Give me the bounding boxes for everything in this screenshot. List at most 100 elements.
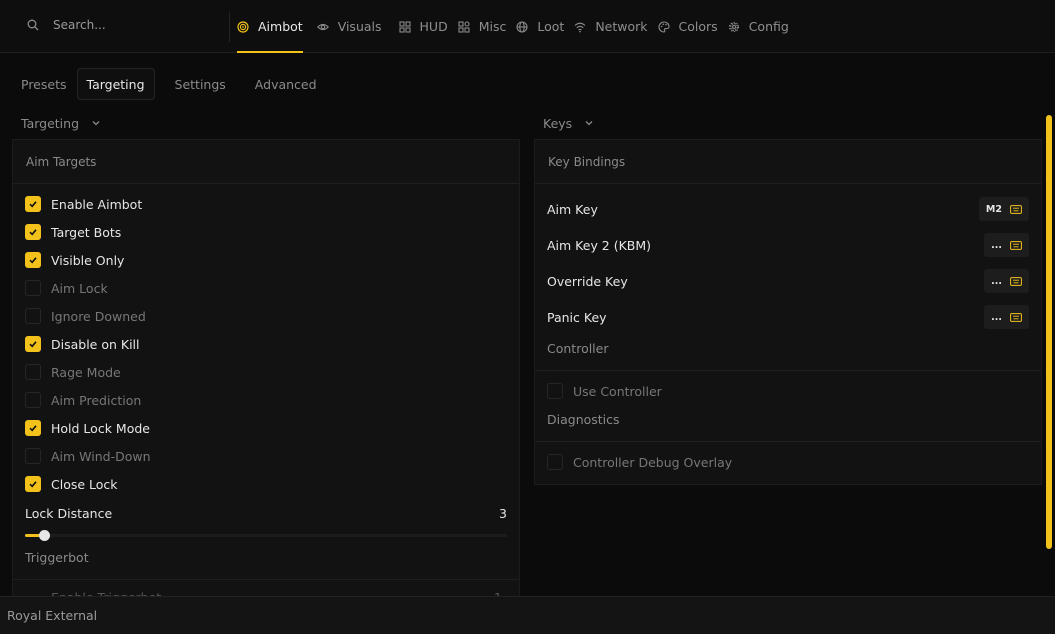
checkbox-aim-wind-down[interactable]: Aim Wind-Down	[25, 446, 151, 466]
checkbox-use-controller[interactable]: Use Controller	[547, 381, 662, 401]
keyboard-icon	[1010, 312, 1022, 322]
keybind-value: ...	[991, 275, 1002, 287]
checkbox-label: Target Bots	[51, 224, 122, 240]
check-icon	[29, 341, 37, 348]
keybind-value: M2	[985, 203, 1002, 215]
checkbox[interactable]	[25, 392, 41, 408]
hud-icon	[398, 20, 411, 33]
diagnostics-title: Diagnostics	[547, 412, 620, 427]
panel-title: Key Bindings	[535, 140, 1041, 184]
check-icon	[29, 481, 37, 488]
check-icon	[29, 229, 37, 236]
checkbox-hold-lock-mode[interactable]: Hold Lock Mode	[25, 418, 150, 438]
gear-icon	[728, 21, 739, 32]
tab-label: Visuals	[337, 19, 382, 34]
wifi-icon	[574, 22, 586, 32]
tab-misc[interactable]: Misc	[458, 0, 506, 53]
aim-targets-panel: Aim Targets Enable Aimbot Target Bots Vi…	[12, 139, 520, 599]
checkbox-disable-on-kill[interactable]: Disable on Kill	[25, 334, 140, 354]
checkbox-label: Ignore Downed	[51, 308, 146, 324]
eye-icon	[316, 23, 329, 30]
keybind-button[interactable]: M2	[978, 197, 1029, 221]
tab-label: HUD	[419, 19, 448, 34]
checkbox[interactable]	[25, 420, 41, 436]
tab-loot[interactable]: Loot	[516, 0, 564, 53]
checkbox[interactable]	[25, 280, 41, 296]
keybind-button[interactable]: ...	[984, 233, 1029, 257]
search-box[interactable]	[27, 15, 217, 35]
checkbox[interactable]	[25, 196, 41, 212]
grid-icon	[458, 20, 470, 33]
check-icon	[29, 201, 37, 208]
panel-title: Aim Targets	[13, 140, 519, 184]
tab-label: Network	[595, 19, 648, 34]
footer-bar: Royal External	[0, 596, 1055, 634]
scrollbar[interactable]	[1046, 115, 1052, 549]
search-input[interactable]	[53, 18, 203, 32]
slider-track[interactable]	[25, 530, 507, 541]
checkbox-ignore-downed[interactable]: Ignore Downed	[25, 306, 146, 326]
slider-value: 3	[499, 506, 507, 521]
tab-hud[interactable]: HUD	[398, 0, 448, 53]
checkbox[interactable]	[25, 448, 41, 464]
checkbox-label: Aim Prediction	[51, 392, 142, 408]
keybind-aim-key-2: Aim Key 2 (KBM) ...	[547, 233, 1029, 257]
checkbox-label: Rage Mode	[51, 364, 121, 380]
keybind-button[interactable]: ...	[984, 305, 1029, 329]
checkbox-enable-aimbot[interactable]: Enable Aimbot	[25, 194, 142, 214]
divider	[13, 579, 519, 580]
key-bindings-panel: Key Bindings Aim Key M2 Aim Key 2 (KBM) …	[534, 139, 1042, 485]
keybind-value: ...	[991, 311, 1002, 323]
keyboard-icon	[1010, 240, 1022, 250]
checkbox[interactable]	[25, 336, 41, 352]
check-icon	[29, 257, 37, 264]
tab-visuals[interactable]: Visuals	[316, 0, 382, 53]
keys-dropdown[interactable]: Keys	[543, 116, 594, 131]
tab-network[interactable]: Network	[574, 0, 648, 53]
keybind-panic-key: Panic Key ...	[547, 305, 1029, 329]
checkbox-controller-debug-overlay[interactable]: Controller Debug Overlay	[547, 452, 732, 472]
checkbox[interactable]	[25, 364, 41, 380]
checkbox-label: Visible Only	[51, 252, 125, 268]
checkbox[interactable]	[25, 476, 41, 492]
checkbox-rage-mode[interactable]: Rage Mode	[25, 362, 121, 382]
keybind-button[interactable]: ...	[984, 269, 1029, 293]
keybind-value: ...	[991, 239, 1002, 251]
tab-label: Loot	[537, 19, 565, 34]
keybind-label: Panic Key	[547, 309, 607, 325]
checkbox[interactable]	[547, 383, 563, 399]
controller-title: Controller	[547, 341, 609, 356]
top-bar: Aimbot Visuals HUD Misc Loot Network Col…	[0, 0, 1055, 53]
checkbox-aim-lock[interactable]: Aim Lock	[25, 278, 108, 298]
sub-tabs: Presets Targeting Settings Advanced	[12, 68, 327, 100]
chevron-down-icon	[585, 120, 593, 125]
slider-thumb[interactable]	[39, 530, 51, 541]
keybind-label: Aim Key 2 (KBM)	[547, 237, 652, 253]
targeting-dropdown[interactable]: Targeting	[21, 116, 101, 131]
checkbox-close-lock[interactable]: Close Lock	[25, 474, 118, 494]
checkbox[interactable]	[25, 308, 41, 324]
checkbox[interactable]	[25, 224, 41, 240]
subtab-targeting[interactable]: Targeting	[76, 68, 155, 100]
subtab-settings[interactable]: Settings	[166, 68, 235, 100]
subtab-presets[interactable]: Presets	[12, 68, 76, 100]
check-icon	[29, 425, 37, 432]
checkbox[interactable]	[547, 454, 563, 470]
tab-config[interactable]: Config	[728, 0, 789, 53]
keybind-aim-key: Aim Key M2	[547, 197, 1029, 221]
subtab-advanced[interactable]: Advanced	[246, 68, 326, 100]
checkbox-aim-prediction[interactable]: Aim Prediction	[25, 390, 141, 410]
keybind-override-key: Override Key ...	[547, 269, 1029, 293]
divider	[229, 12, 230, 42]
palette-icon	[658, 20, 670, 33]
tab-colors[interactable]: Colors	[658, 0, 718, 53]
lock-distance-slider[interactable]: Lock Distance 3	[25, 506, 507, 541]
checkbox-label: Aim Lock	[51, 280, 108, 296]
checkbox-target-bots[interactable]: Target Bots	[25, 222, 121, 242]
keyboard-icon	[1010, 204, 1022, 214]
keybind-label: Override Key	[547, 273, 628, 289]
tab-aimbot[interactable]: Aimbot	[237, 0, 303, 53]
checkbox[interactable]	[25, 252, 41, 268]
checkbox-label: Enable Aimbot	[51, 196, 143, 212]
checkbox-visible-only[interactable]: Visible Only	[25, 250, 124, 270]
